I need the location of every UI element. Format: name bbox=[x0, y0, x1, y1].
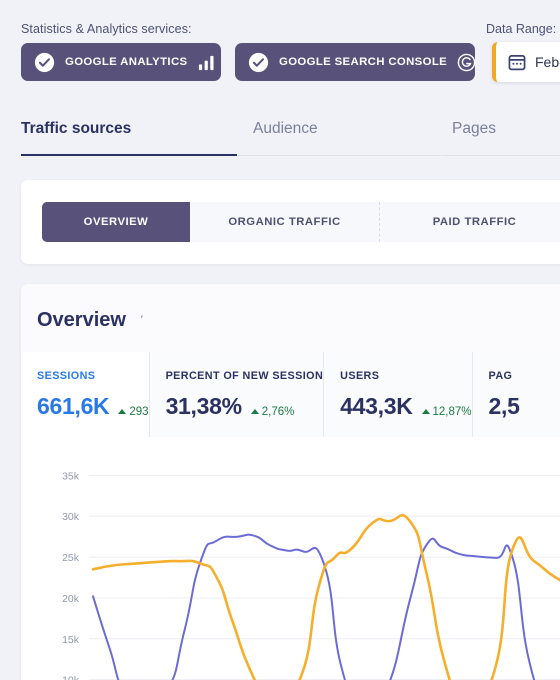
kpi-card-users[interactable]: USERS 443,3K 12,87% bbox=[324, 352, 473, 437]
trend-up-icon bbox=[118, 409, 127, 414]
google-search-console-label: GOOGLE SEARCH CONSOLE bbox=[279, 56, 448, 68]
kpi-value-row: 2,5 bbox=[489, 393, 560, 420]
tab-label: Traffic sources bbox=[21, 120, 132, 137]
date-range-value: Feb-2 bbox=[535, 54, 560, 70]
chart-series-sessions-violet bbox=[92, 533, 536, 680]
y-axis-tick: 30k bbox=[62, 511, 80, 523]
kpi-card-percent-new-session[interactable]: PERCENT OF NEW SESSION 31,38% 2,76% bbox=[149, 352, 325, 437]
y-axis-tick: 35k bbox=[62, 470, 80, 482]
trend-up-icon bbox=[421, 409, 430, 414]
subtab-organic-traffic[interactable]: ORGANIC TRAFFIC bbox=[190, 202, 380, 242]
kpi-delta-value: 2,76% bbox=[261, 405, 295, 418]
kpi-label: PERCENT OF NEW SESSION bbox=[165, 370, 324, 382]
kpi-label: PAG bbox=[488, 370, 513, 382]
kpi-value-row: 31,38% 2,76% bbox=[166, 393, 324, 420]
traffic-line-chart: 35k 30k 25k 20k 15k 10k bbox=[21, 437, 560, 680]
chart-svg: 35k 30k 25k 20k 15k 10k bbox=[62, 470, 560, 680]
tab-label: Pages bbox=[452, 120, 496, 137]
kpi-delta: 2,76% bbox=[250, 405, 295, 418]
tab-audience[interactable]: Audience bbox=[238, 106, 441, 156]
subtab-group: OVERVIEW ORGANIC TRAFFIC PAID TRAFFIC bbox=[42, 202, 560, 242]
title-mark: ' bbox=[138, 313, 144, 327]
tab-traffic-sources[interactable]: Traffic sources bbox=[21, 106, 237, 156]
google-analytics-label: GOOGLE ANALYTICS bbox=[65, 56, 188, 68]
kpi-label: SESSIONS bbox=[37, 370, 96, 382]
y-axis-tick: 10k bbox=[62, 675, 80, 680]
date-range-label: Data Range: bbox=[486, 22, 557, 36]
google-search-console-button[interactable]: GOOGLE SEARCH CONSOLE bbox=[235, 43, 476, 81]
kpi-label: USERS bbox=[340, 370, 380, 382]
kpi-value-row: 661,6K 293 bbox=[37, 393, 149, 420]
kpi-value-row: 443,3K 12,87% bbox=[340, 393, 471, 420]
check-circle-icon bbox=[248, 52, 269, 73]
overview-card: Overview ' SESSIONS 661,6K 293 PERCENT O… bbox=[21, 284, 560, 680]
kpi-card-sessions[interactable]: SESSIONS 661,6K 293 bbox=[21, 352, 150, 437]
services-bar: Statistics & Analytics services: GOOGLE … bbox=[0, 0, 560, 92]
trend-up-icon bbox=[250, 409, 259, 414]
kpi-delta-value: 12,87% bbox=[432, 405, 472, 418]
kpi-delta-value: 293 bbox=[129, 405, 149, 418]
kpi-delta: 12,87% bbox=[421, 405, 472, 418]
kpi-value: 2,5 bbox=[488, 393, 520, 419]
kpi-delta: 293 bbox=[118, 405, 149, 418]
services-label: Statistics & Analytics services: bbox=[21, 22, 192, 36]
bar-chart-icon bbox=[197, 53, 216, 72]
page-title: Overview bbox=[37, 309, 126, 331]
google-analytics-button[interactable]: GOOGLE ANALYTICS bbox=[21, 43, 221, 81]
kpi-value: 661,6K bbox=[37, 393, 110, 419]
subtab-card: OVERVIEW ORGANIC TRAFFIC PAID TRAFFIC bbox=[21, 180, 560, 264]
calendar-icon bbox=[508, 53, 526, 71]
subtab-overview[interactable]: OVERVIEW bbox=[42, 202, 190, 242]
y-axis-tick: 25k bbox=[62, 552, 80, 564]
check-circle-icon bbox=[34, 52, 55, 73]
kpi-card-pages-per-session[interactable]: PAG 2,5 bbox=[472, 352, 560, 437]
main-tabs: Traffic sources Audience Pages bbox=[0, 106, 560, 158]
kpi-value: 31,38% bbox=[165, 393, 243, 419]
kpi-strip: SESSIONS 661,6K 293 PERCENT OF NEW SESSI… bbox=[21, 352, 560, 437]
kpi-value: 443,3K bbox=[340, 393, 413, 419]
date-range-picker[interactable]: Feb-2 bbox=[492, 42, 560, 82]
y-axis-tick: 20k bbox=[62, 593, 80, 605]
tab-label: Audience bbox=[253, 120, 318, 137]
tab-pages[interactable]: Pages bbox=[442, 106, 560, 156]
y-axis-tick: 15k bbox=[62, 634, 80, 646]
subtab-paid-traffic[interactable]: PAID TRAFFIC bbox=[380, 202, 560, 242]
google-g-icon bbox=[457, 53, 476, 72]
